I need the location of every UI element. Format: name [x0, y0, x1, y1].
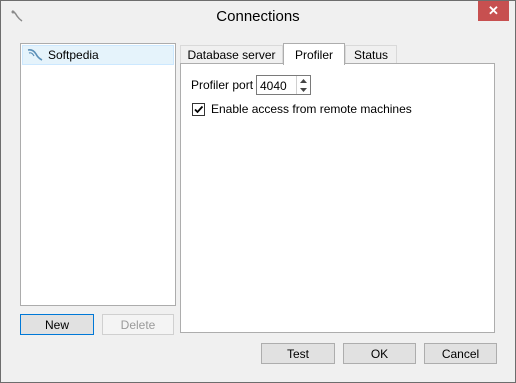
arrow-up-icon	[300, 78, 307, 83]
profiler-port-stepper[interactable]: 4040	[256, 75, 311, 95]
close-icon: ✕	[488, 3, 499, 18]
ok-button[interactable]: OK	[343, 343, 416, 364]
remote-access-row: Enable access from remote machines	[192, 102, 412, 116]
tab-profiler[interactable]: Profiler	[283, 43, 345, 65]
connection-list-item[interactable]: Softpedia	[22, 45, 174, 65]
checkmark-icon	[194, 105, 204, 113]
spin-down-button[interactable]	[297, 85, 310, 94]
spin-up-button[interactable]	[297, 76, 310, 85]
remote-access-label[interactable]: Enable access from remote machines	[211, 102, 412, 116]
connection-icon	[27, 49, 43, 61]
test-button[interactable]: Test	[261, 343, 335, 364]
connections-window: Connections ✕ Softpedia New Delete Datab…	[0, 0, 516, 383]
window-title: Connections	[216, 8, 300, 25]
profiler-port-value[interactable]: 4040	[260, 79, 287, 93]
connection-list[interactable]: Softpedia	[20, 43, 176, 306]
close-button[interactable]: ✕	[478, 1, 509, 21]
spin-buttons	[296, 76, 310, 94]
profiler-panel: Profiler port 4040 Enable access from re…	[180, 63, 495, 333]
delete-button[interactable]: Delete	[102, 314, 174, 335]
profiler-port-label: Profiler port	[191, 78, 254, 92]
tab-database-server[interactable]: Database server	[180, 45, 283, 64]
tab-status[interactable]: Status	[345, 45, 397, 64]
cancel-button[interactable]: Cancel	[424, 343, 497, 364]
new-button[interactable]: New	[20, 314, 94, 335]
title-bar: Connections ✕	[1, 1, 515, 32]
connection-label: Softpedia	[48, 48, 99, 62]
arrow-down-icon	[300, 87, 307, 92]
remote-access-checkbox[interactable]	[192, 102, 205, 116]
